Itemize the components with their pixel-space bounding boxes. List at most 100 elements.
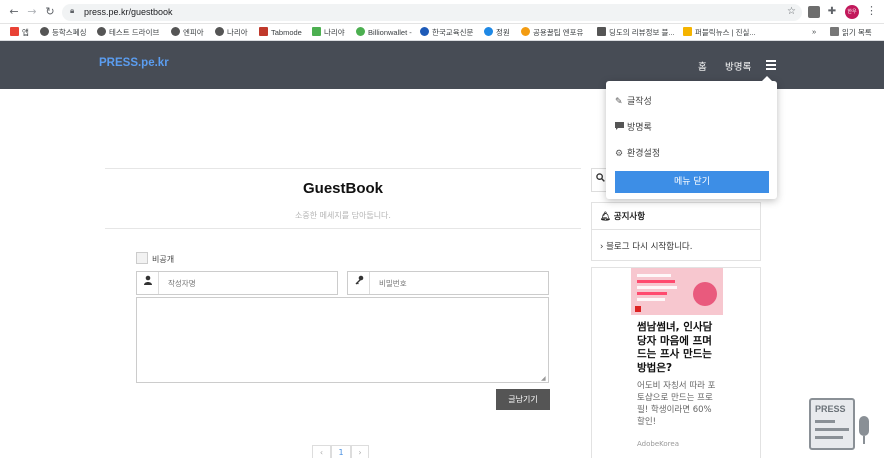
chevron-right-icon: › bbox=[600, 242, 604, 252]
key-icon bbox=[348, 272, 370, 294]
ad-image[interactable] bbox=[631, 268, 723, 315]
submit-button[interactable]: 글남기기 bbox=[496, 389, 550, 410]
bookmark-apps[interactable]: 앱 bbox=[10, 27, 29, 38]
bookmark-label: 앱 bbox=[22, 28, 29, 37]
bookmark-star-icon[interactable]: ☆ bbox=[787, 6, 796, 17]
page-title: GuestBook bbox=[302, 180, 383, 197]
bookmark-item[interactable]: 퍼블릭뉴스 | 진실... bbox=[683, 27, 756, 38]
profile-avatar[interactable]: 한우 bbox=[845, 5, 859, 19]
address-bar[interactable]: 🔒︎ press.pe.kr/guestbook ☆ bbox=[62, 4, 802, 21]
puzzle-icon[interactable]: ✚ bbox=[826, 6, 838, 18]
menu-item-settings[interactable]: ⚙ 환경설정 bbox=[615, 146, 660, 159]
bookmark-item[interactable]: Billionwallet - bbox=[356, 27, 412, 37]
menu-item-label: 글작성 bbox=[627, 97, 652, 107]
resize-grip-icon[interactable]: ◢ bbox=[541, 375, 546, 382]
bookmark-label: Tabmode bbox=[271, 28, 302, 37]
author-input[interactable] bbox=[160, 272, 336, 294]
bookmark-item[interactable]: 정원 bbox=[484, 27, 510, 38]
bookmark-item[interactable]: 딩도의 리뷰정보 블... bbox=[597, 27, 675, 38]
news-icon bbox=[420, 27, 429, 36]
press-doc-line bbox=[815, 428, 849, 431]
bookmark-item[interactable]: Tabmode bbox=[259, 27, 302, 37]
lock-icon: 🔒︎ bbox=[70, 6, 75, 15]
url-text: press.pe.kr/guestbook bbox=[84, 7, 173, 17]
ad-image-figure bbox=[693, 282, 717, 306]
bookmark-label: Billionwallet - bbox=[368, 28, 412, 37]
hand-icon bbox=[521, 27, 530, 36]
press-floating-widget[interactable]: PRESS bbox=[809, 398, 871, 450]
menu-item-guestbook[interactable]: 방명록 bbox=[615, 120, 652, 133]
divider bbox=[105, 228, 581, 229]
bookmark-label: 공용꿀팁 엔포유 bbox=[533, 28, 584, 37]
apps-grid-icon bbox=[10, 27, 19, 36]
ad-image-line bbox=[637, 298, 665, 301]
nav-home[interactable]: 홈 bbox=[698, 59, 707, 73]
hamburger-menu-icon[interactable] bbox=[766, 60, 776, 70]
info-icon bbox=[484, 27, 493, 36]
globe-icon bbox=[97, 27, 106, 36]
forward-icon[interactable]: → bbox=[25, 5, 39, 19]
bookmark-label: 한국교육신문 bbox=[432, 28, 474, 37]
bookmark-label: 딩도의 리뷰정보 블... bbox=[609, 28, 675, 37]
globe-icon bbox=[215, 27, 224, 36]
bookmark-label: 나리아 bbox=[227, 28, 248, 37]
globe-icon bbox=[40, 27, 49, 36]
page-subtitle: 소중한 메세지를 담아둡니다. bbox=[295, 211, 391, 220]
notice-widget: 🔔︎ 공지사항 › 블로그 다시 시작합니다. bbox=[591, 202, 761, 261]
search-icon[interactable] bbox=[596, 173, 605, 185]
password-input[interactable] bbox=[371, 272, 547, 294]
bookmarks-bar: 앱 등학스폐싱 테스트 드라이브 엔피아 나리아 Tabmode 나리야 Bil… bbox=[0, 24, 884, 41]
private-checkbox[interactable] bbox=[136, 252, 148, 264]
bookmark-item[interactable]: 나리야 bbox=[312, 27, 345, 38]
close-menu-button[interactable]: 메뉴 닫기 bbox=[615, 171, 769, 193]
bookmark-label: 테스트 드라이브 bbox=[109, 28, 160, 37]
ad-widget[interactable]: 썸남썸녀, 인사담당자 마음에 프며드는 프사 만드는 방법은? 어도비 자칭서… bbox=[591, 267, 761, 458]
ad-image-line bbox=[637, 292, 667, 295]
extension-icon[interactable] bbox=[808, 6, 820, 18]
menu-item-label: 환경설정 bbox=[627, 149, 661, 159]
reload-icon[interactable]: ↻ bbox=[43, 5, 57, 19]
bookmark-label: 엔피아 bbox=[183, 28, 204, 37]
press-doc-icon: PRESS bbox=[809, 398, 855, 450]
menu-item-label: 방명록 bbox=[627, 123, 652, 133]
pager-page-1[interactable]: 1 bbox=[331, 445, 351, 458]
notice-item[interactable]: › 블로그 다시 시작합니다. bbox=[600, 240, 692, 252]
nav-guestbook[interactable]: 방명록 bbox=[725, 59, 751, 73]
bookmark-item[interactable]: 등학스폐싱 bbox=[40, 27, 87, 38]
bookmark-label: 나리야 bbox=[324, 28, 345, 37]
ad-source: AdobeKorea bbox=[637, 440, 679, 448]
private-label: 비공개 bbox=[152, 255, 175, 264]
notice-header: 🔔︎ 공지사항 bbox=[592, 203, 760, 230]
site-logo[interactable]: PRESS.pe.kr bbox=[99, 57, 169, 69]
password-field bbox=[347, 271, 549, 295]
ad-description: 어도비 자칭서 따라 포토샵으로 만드는 프로필! 학생이라면 60% 할인! bbox=[637, 381, 716, 427]
reading-list-label: 읽기 목록 bbox=[842, 28, 872, 37]
divider bbox=[105, 168, 581, 169]
leaf-icon bbox=[312, 27, 321, 36]
back-icon[interactable]: ← bbox=[7, 5, 21, 19]
bookmark-item[interactable]: 공용꿀팁 엔포유 bbox=[521, 27, 583, 38]
bookmark-item[interactable]: 엔피아 bbox=[171, 27, 204, 38]
bookmark-label: 정원 bbox=[496, 28, 510, 37]
pager-prev[interactable]: ‹ bbox=[312, 445, 331, 458]
microphone-icon bbox=[859, 416, 869, 436]
news-icon bbox=[683, 27, 692, 36]
ad-image-line bbox=[637, 280, 675, 283]
bookmark-item[interactable]: 테스트 드라이브 bbox=[97, 27, 159, 38]
bookmark-item[interactable]: 한국교육신문 bbox=[420, 27, 473, 38]
adobe-logo-icon bbox=[635, 306, 641, 312]
reading-list-button[interactable]: 읽기 목록 bbox=[830, 27, 872, 38]
bookmark-item[interactable]: 나리아 bbox=[215, 27, 248, 38]
ad-image-line bbox=[637, 286, 677, 289]
reading-list-icon bbox=[830, 27, 839, 36]
bell-icon: 🔔︎ bbox=[600, 212, 611, 222]
ad-title[interactable]: 썸남썸녀, 인사담당자 마음에 프며드는 프사 만드는 방법은? bbox=[637, 321, 715, 375]
message-textarea[interactable] bbox=[136, 297, 549, 383]
pager-next[interactable]: › bbox=[351, 445, 369, 458]
notice-item-label: 블로그 다시 시작합니다. bbox=[606, 242, 693, 252]
bookmarks-overflow-icon[interactable]: » bbox=[812, 27, 816, 36]
menu-kebab-icon[interactable]: ⋮ bbox=[866, 4, 877, 17]
globe-icon bbox=[171, 27, 180, 36]
menu-item-write[interactable]: ✎ 글작성 bbox=[615, 94, 652, 107]
notice-title: 공지사항 bbox=[613, 212, 646, 222]
